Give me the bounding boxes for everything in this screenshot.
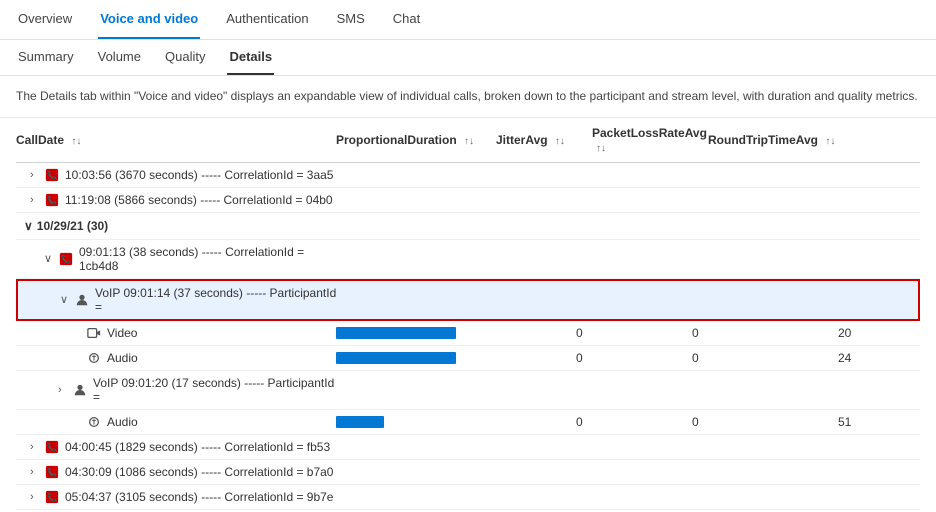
phone-icon: 📞 (45, 440, 59, 454)
row-label-text: 05:04:37 (3105 seconds) ----- Correlatio… (65, 490, 333, 504)
proportion-bar (336, 327, 456, 339)
row-label-text: VoIP 09:01:20 (17 seconds) ----- Partici… (93, 376, 336, 404)
person-icon (75, 293, 89, 307)
sub-nav: Summary Volume Quality Details (0, 40, 936, 76)
sub-nav-bar: Summary Volume Quality Details (0, 40, 936, 76)
chevron-right-icon[interactable]: › (30, 441, 42, 453)
sort-icon-roundtrip: ↑↓ (825, 136, 835, 147)
sort-icon-jitter: ↑↓ (555, 136, 565, 147)
row-label-text: 04:30:09 (1086 seconds) ----- Correlatio… (65, 465, 333, 479)
table-row: Audio 0 0 24 (16, 346, 920, 371)
row-label-text: Audio (107, 415, 138, 429)
packetLoss-value: 0 (692, 415, 708, 429)
svg-text:📞: 📞 (61, 254, 71, 264)
top-nav-item-sms[interactable]: SMS (335, 0, 367, 39)
proportion-bar (336, 416, 384, 428)
table-row: › 📞 04:30:09 (1086 seconds) ----- Correlat… (16, 460, 920, 485)
sub-nav-item-details[interactable]: Details (227, 40, 274, 75)
col-roundtrip[interactable]: RoundTripTimeAvg ↑↓ (708, 133, 854, 147)
table-row: › 📞 10:03:56 (3670 seconds) ----- Correlat… (16, 163, 920, 188)
chevron-right-icon[interactable]: › (30, 466, 42, 478)
packetLoss-value: 0 (692, 326, 708, 340)
chevron-down-icon[interactable]: ∨ (60, 293, 72, 306)
chevron-right-icon[interactable]: › (30, 169, 42, 181)
audio-icon (87, 415, 101, 429)
table-header: CallDate ↑↓ ProportionalDuration ↑↓ Jitt… (16, 118, 920, 163)
row-label-text: 04:00:45 (1829 seconds) ----- Correlatio… (65, 440, 330, 454)
col-calldate[interactable]: CallDate ↑↓ (16, 133, 336, 147)
proportional-bar-cell (336, 327, 496, 339)
jitter-value: 0 (576, 326, 592, 340)
row-label-text: Audio (107, 351, 138, 365)
svg-text:📞: 📞 (47, 442, 57, 452)
audio-icon (87, 351, 101, 365)
sub-nav-item-quality[interactable]: Quality (163, 40, 207, 75)
sort-icon-calldate: ↑↓ (71, 136, 81, 147)
proportional-bar-cell (336, 352, 496, 364)
svg-text:📞: 📞 (47, 492, 57, 502)
col-proportional[interactable]: ProportionalDuration ↑↓ (336, 133, 496, 147)
row-label-text: Video (107, 326, 137, 340)
roundTrip-value: 24 (838, 351, 854, 365)
proportional-bar-cell (336, 416, 496, 428)
jitter-value: 0 (576, 351, 592, 365)
group-header: ∨10/29/21 (30) (16, 213, 920, 240)
jitter-value: 0 (576, 415, 592, 429)
table-body: › 📞 10:03:56 (3670 seconds) ----- Correlat… (16, 163, 920, 510)
phone-icon: 📞 (59, 252, 73, 266)
top-nav-bar: Overview Voice and video Authentication SMS… (0, 0, 936, 40)
sub-nav-item-volume[interactable]: Volume (96, 40, 143, 75)
phone-icon: 📞 (45, 490, 59, 504)
chevron-down-icon[interactable]: ∨ (24, 219, 33, 233)
proportion-bar (336, 352, 456, 364)
sort-icon-prop: ↑↓ (464, 136, 474, 147)
top-nav-item-authentication[interactable]: Authentication (224, 0, 310, 39)
chevron-right-icon[interactable]: › (58, 384, 70, 396)
row-label-text: 10:03:56 (3670 seconds) ----- Correlatio… (65, 168, 333, 182)
phone-icon: 📞 (45, 168, 59, 182)
top-nav-item-voice-and-video[interactable]: Voice and video (98, 0, 200, 39)
chevron-right-icon[interactable]: › (30, 194, 42, 206)
top-nav-item-overview[interactable]: Overview (16, 0, 74, 39)
svg-text:📞: 📞 (47, 170, 57, 180)
table-row: › 📞 11:19:08 (5866 seconds) ----- Correlat… (16, 188, 920, 213)
table-row: › 📞 05:04:37 (3105 seconds) ----- Correlat… (16, 485, 920, 510)
person-icon (73, 383, 87, 397)
svg-text:📞: 📞 (47, 467, 57, 477)
row-label-text: VoIP 09:01:14 (37 seconds) ----- Partici… (95, 286, 338, 314)
table-row: ∨ 📞 09:01:13 (38 seconds) ----- Correlatio… (16, 240, 920, 279)
chevron-right-icon[interactable]: › (30, 491, 42, 503)
top-nav: Overview Voice and video Authentication SMS… (0, 0, 936, 40)
col-jitter[interactable]: JitterAvg ↑↓ (496, 133, 592, 147)
table-row: Audio 0 0 51 (16, 410, 920, 435)
table-row: ∨ VoIP 09:01:14 (37 seconds) ----- Partic… (16, 279, 920, 321)
table-row: Video 0 0 20 (16, 321, 920, 346)
table-row: › 📞 04:00:45 (1829 seconds) ----- Correlat… (16, 435, 920, 460)
sub-nav-item-summary[interactable]: Summary (16, 40, 76, 75)
row-label-text: 09:01:13 (38 seconds) ----- CorrelationI… (79, 245, 336, 273)
col-packetloss[interactable]: PacketLossRateAvg ↑↓ (592, 126, 708, 154)
packetLoss-value: 0 (692, 351, 708, 365)
row-label-text: 11:19:08 (5866 seconds) ----- Correlatio… (65, 193, 333, 207)
video-icon (87, 326, 101, 340)
table-row: › VoIP 09:01:20 (17 seconds) ----- Partic… (16, 371, 920, 410)
table-container: CallDate ↑↓ ProportionalDuration ↑↓ Jitt… (0, 118, 936, 510)
roundTrip-value: 20 (838, 326, 854, 340)
sort-icon-packet: ↑↓ (596, 143, 606, 154)
phone-icon: 📞 (45, 465, 59, 479)
roundTrip-value: 51 (838, 415, 854, 429)
description-text: The Details tab within "Voice and video"… (0, 76, 936, 118)
svg-text:📞: 📞 (47, 195, 57, 205)
chevron-down-icon[interactable]: ∨ (44, 252, 56, 265)
phone-icon: 📞 (45, 193, 59, 207)
top-nav-item-chat[interactable]: Chat (391, 0, 422, 39)
